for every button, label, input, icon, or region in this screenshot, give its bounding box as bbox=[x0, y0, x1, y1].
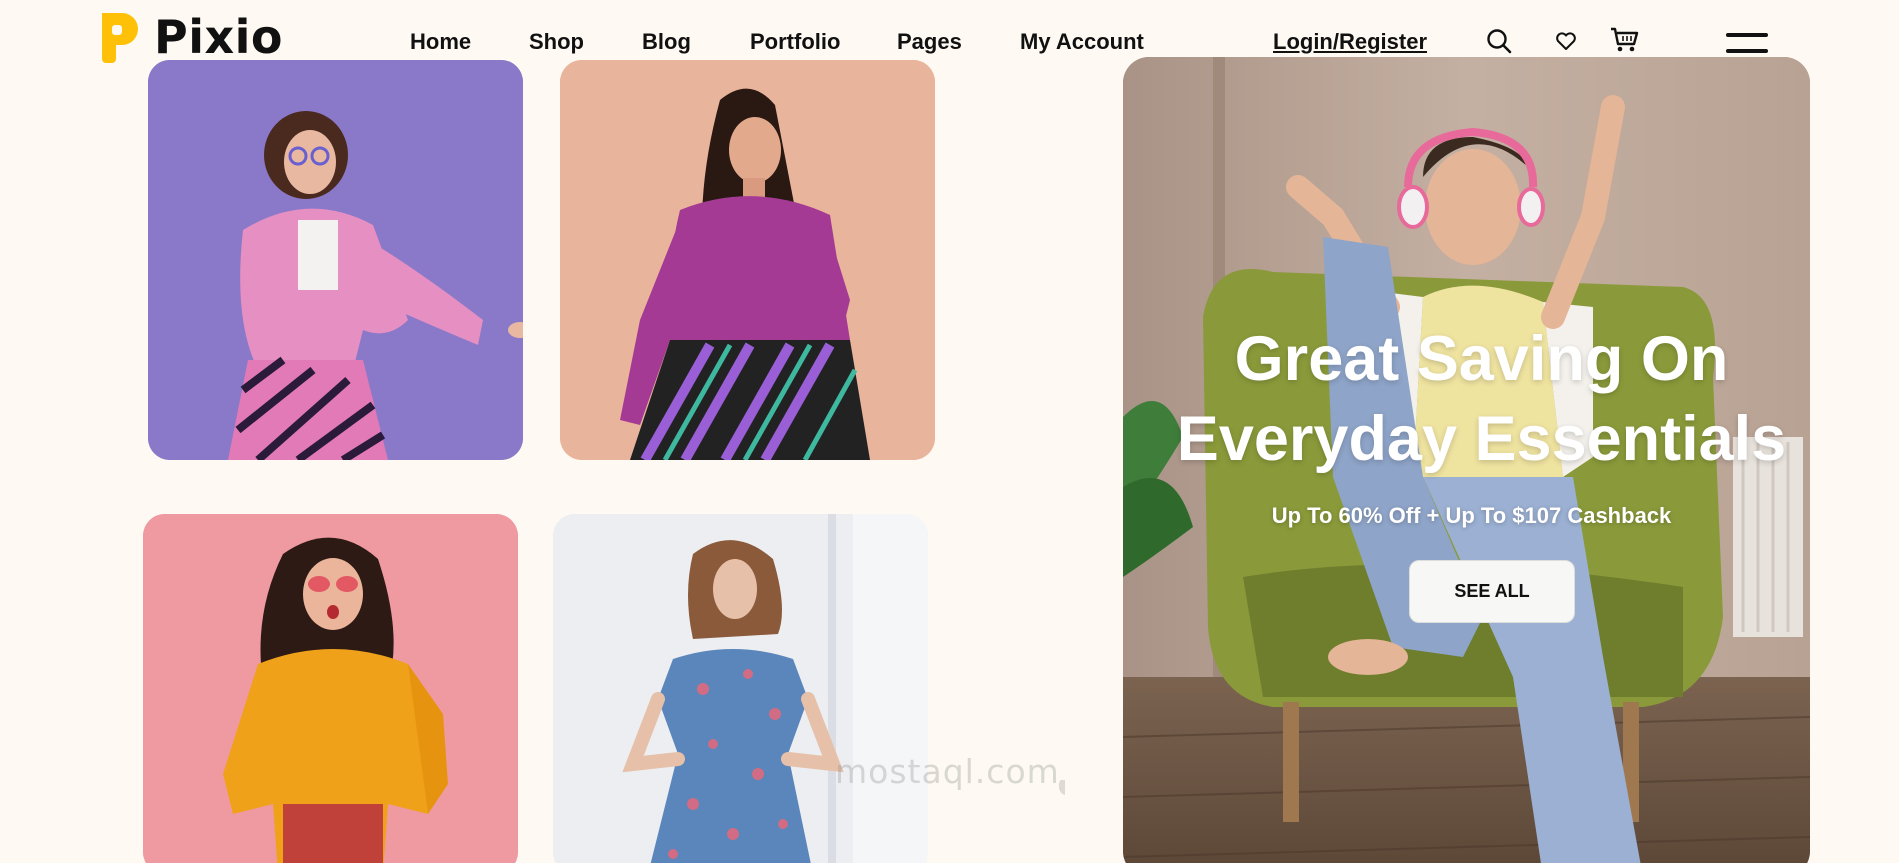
nav-pages[interactable]: Pages bbox=[897, 29, 962, 55]
menu-icon[interactable] bbox=[1726, 31, 1768, 55]
product-card-magenta-sweater[interactable] bbox=[560, 60, 935, 460]
product-card-yellow-shirt[interactable] bbox=[143, 514, 518, 863]
heart-icon[interactable] bbox=[1555, 31, 1577, 51]
search-icon[interactable] bbox=[1486, 28, 1512, 54]
watermark-text: mostaql.com bbox=[835, 752, 1060, 791]
hero-title: Great Saving On Everyday Essentials bbox=[1123, 319, 1810, 479]
nav-blog[interactable]: Blog bbox=[642, 29, 691, 55]
woman-floral-dress-image bbox=[553, 514, 928, 863]
product-card-floral-dress[interactable] bbox=[553, 514, 928, 863]
woman-magenta-sweater-image bbox=[560, 60, 935, 460]
hero-title-line2: Everyday Essentials bbox=[1176, 404, 1787, 474]
nav-home[interactable]: Home bbox=[410, 29, 471, 55]
hero-subtitle: Up To 60% Off + Up To $107 Cashback bbox=[1271, 503, 1672, 528]
product-card-fur-coat[interactable] bbox=[148, 60, 523, 460]
nav-portfolio[interactable]: Portfolio bbox=[750, 29, 840, 55]
nav-my-account[interactable]: My Account bbox=[1020, 29, 1144, 55]
see-all-button[interactable]: SEE ALL bbox=[1409, 560, 1575, 623]
login-register-link[interactable]: Login/Register bbox=[1273, 29, 1427, 55]
woman-pink-fur-coat-image bbox=[148, 60, 523, 460]
cart-icon[interactable] bbox=[1609, 26, 1639, 54]
nav-shop[interactable]: Shop bbox=[529, 29, 584, 55]
hero-banner: Great Saving On Everyday Essentials Up T… bbox=[1123, 57, 1810, 863]
woman-yellow-shirt-image bbox=[143, 514, 518, 863]
hero-title-line1: Great Saving On bbox=[1234, 324, 1729, 394]
